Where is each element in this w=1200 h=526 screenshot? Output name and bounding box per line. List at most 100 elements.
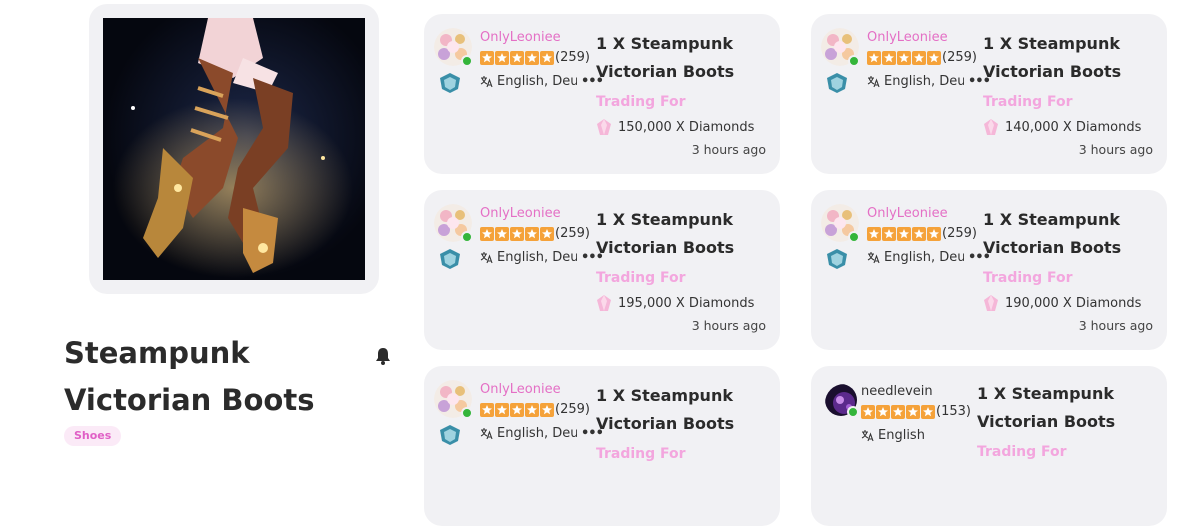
shield-badge-icon bbox=[440, 73, 460, 93]
shield-badge-icon bbox=[440, 425, 460, 445]
seller-username[interactable]: OnlyLeoniee bbox=[480, 382, 561, 398]
translate-icon bbox=[867, 252, 880, 264]
shield-badge-icon bbox=[827, 249, 847, 269]
languages: English, Deu ••• bbox=[867, 250, 991, 265]
star-icon bbox=[495, 403, 509, 417]
rating-stars bbox=[480, 403, 554, 417]
star-icon bbox=[510, 51, 524, 65]
offer-title: 1 X Steampunk Victorian Boots bbox=[983, 210, 1122, 257]
category-tag[interactable]: Shoes bbox=[64, 426, 122, 446]
star-icon bbox=[540, 227, 554, 241]
offer-title: 1 X Steampunk Victorian Boots bbox=[977, 384, 1116, 431]
seller-username[interactable]: OnlyLeoniee bbox=[480, 30, 561, 46]
languages-text: English, Deu bbox=[497, 426, 577, 441]
languages-text: English, Deu bbox=[497, 250, 577, 265]
seller-username[interactable]: needlevein bbox=[861, 384, 933, 400]
star-icon bbox=[912, 227, 926, 241]
star-icon bbox=[912, 51, 926, 65]
rating-count: (259) bbox=[555, 226, 590, 241]
languages: English bbox=[861, 428, 925, 443]
rating-stars bbox=[861, 405, 935, 419]
languages: English, Deu ••• bbox=[867, 74, 991, 89]
listing-card[interactable]: OnlyLeoniee (259) English, Deu ••• 1 X S… bbox=[424, 366, 780, 526]
rating-stars bbox=[480, 51, 554, 65]
trading-for-label: Trading For bbox=[977, 444, 1067, 460]
star-icon bbox=[480, 51, 494, 65]
price-row: 190,000 X Diamonds bbox=[983, 294, 1141, 312]
price-row: 140,000 X Diamonds bbox=[983, 118, 1141, 136]
languages-text: English, Deu bbox=[884, 74, 964, 89]
trading-for-label: Trading For bbox=[983, 270, 1073, 286]
diamond-icon bbox=[597, 295, 611, 311]
star-icon bbox=[510, 227, 524, 241]
rating-stars bbox=[867, 227, 941, 241]
star-icon bbox=[876, 405, 890, 419]
seller-username[interactable]: OnlyLeoniee bbox=[867, 206, 948, 222]
languages-text: English bbox=[878, 428, 925, 443]
star-icon bbox=[906, 405, 920, 419]
shield-badge-icon bbox=[440, 249, 460, 269]
seller-username[interactable]: OnlyLeoniee bbox=[867, 30, 948, 46]
star-icon bbox=[525, 403, 539, 417]
item-image bbox=[103, 18, 365, 280]
rating-count: (259) bbox=[942, 226, 977, 241]
online-status-dot bbox=[461, 231, 473, 243]
star-icon bbox=[891, 405, 905, 419]
online-status-dot bbox=[848, 55, 860, 67]
star-icon bbox=[495, 227, 509, 241]
star-icon bbox=[921, 405, 935, 419]
listing-card[interactable]: OnlyLeoniee (259) English, Deu ••• 1 X S… bbox=[811, 190, 1167, 350]
posted-time: 3 hours ago bbox=[691, 142, 766, 157]
rating-stars bbox=[480, 227, 554, 241]
item-title: Steampunk Victorian Boots bbox=[64, 336, 315, 417]
rating-count: (259) bbox=[942, 50, 977, 65]
offer-title: 1 X Steampunk Victorian Boots bbox=[983, 34, 1122, 81]
star-icon bbox=[927, 51, 941, 65]
diamond-icon bbox=[984, 119, 998, 135]
star-icon bbox=[540, 51, 554, 65]
star-icon bbox=[867, 227, 881, 241]
star-icon bbox=[861, 405, 875, 419]
listing-card[interactable]: needlevein (153) English 1 X Steampunk V… bbox=[811, 366, 1167, 526]
shield-badge-icon bbox=[827, 73, 847, 93]
price-text: 150,000 X Diamonds bbox=[618, 119, 755, 135]
online-status-dot bbox=[848, 231, 860, 243]
bell-icon[interactable] bbox=[374, 346, 392, 366]
diamond-icon bbox=[984, 295, 998, 311]
listing-card[interactable]: OnlyLeoniee (259) English, Deu ••• 1 X S… bbox=[424, 190, 780, 350]
rating-stars bbox=[867, 51, 941, 65]
star-icon bbox=[897, 51, 911, 65]
price-text: 140,000 X Diamonds bbox=[1005, 119, 1142, 135]
listing-card[interactable]: OnlyLeoniee (259) English, Deu ••• 1 X S… bbox=[811, 14, 1167, 174]
languages-text: English, Deu bbox=[497, 74, 577, 89]
translate-icon bbox=[480, 252, 493, 264]
star-icon bbox=[525, 227, 539, 241]
star-icon bbox=[480, 403, 494, 417]
star-icon bbox=[882, 227, 896, 241]
posted-time: 3 hours ago bbox=[1078, 318, 1153, 333]
offer-title: 1 X Steampunk Victorian Boots bbox=[596, 210, 735, 257]
price-text: 195,000 X Diamonds bbox=[618, 295, 755, 311]
star-icon bbox=[510, 403, 524, 417]
translate-icon bbox=[480, 428, 493, 440]
translate-icon bbox=[480, 76, 493, 88]
seller-username[interactable]: OnlyLeoniee bbox=[480, 206, 561, 222]
rating-count: (259) bbox=[555, 402, 590, 417]
steampunk-boots-image bbox=[113, 18, 353, 278]
star-icon bbox=[867, 51, 881, 65]
translate-icon bbox=[867, 76, 880, 88]
star-icon bbox=[927, 227, 941, 241]
offer-title: 1 X Steampunk Victorian Boots bbox=[596, 386, 735, 433]
trading-for-label: Trading For bbox=[596, 446, 686, 462]
rating-count: (259) bbox=[555, 50, 590, 65]
rating-count: (153) bbox=[936, 404, 971, 419]
price-row: 195,000 X Diamonds bbox=[596, 294, 754, 312]
online-status-dot bbox=[847, 406, 859, 418]
languages: English, Deu ••• bbox=[480, 74, 604, 89]
posted-time: 3 hours ago bbox=[1078, 142, 1153, 157]
price-row: 150,000 X Diamonds bbox=[596, 118, 754, 136]
posted-time: 3 hours ago bbox=[691, 318, 766, 333]
star-icon bbox=[480, 227, 494, 241]
listing-card[interactable]: OnlyLeoniee (259) English, Deu ••• 1 X S… bbox=[424, 14, 780, 174]
item-image-card bbox=[89, 4, 379, 294]
